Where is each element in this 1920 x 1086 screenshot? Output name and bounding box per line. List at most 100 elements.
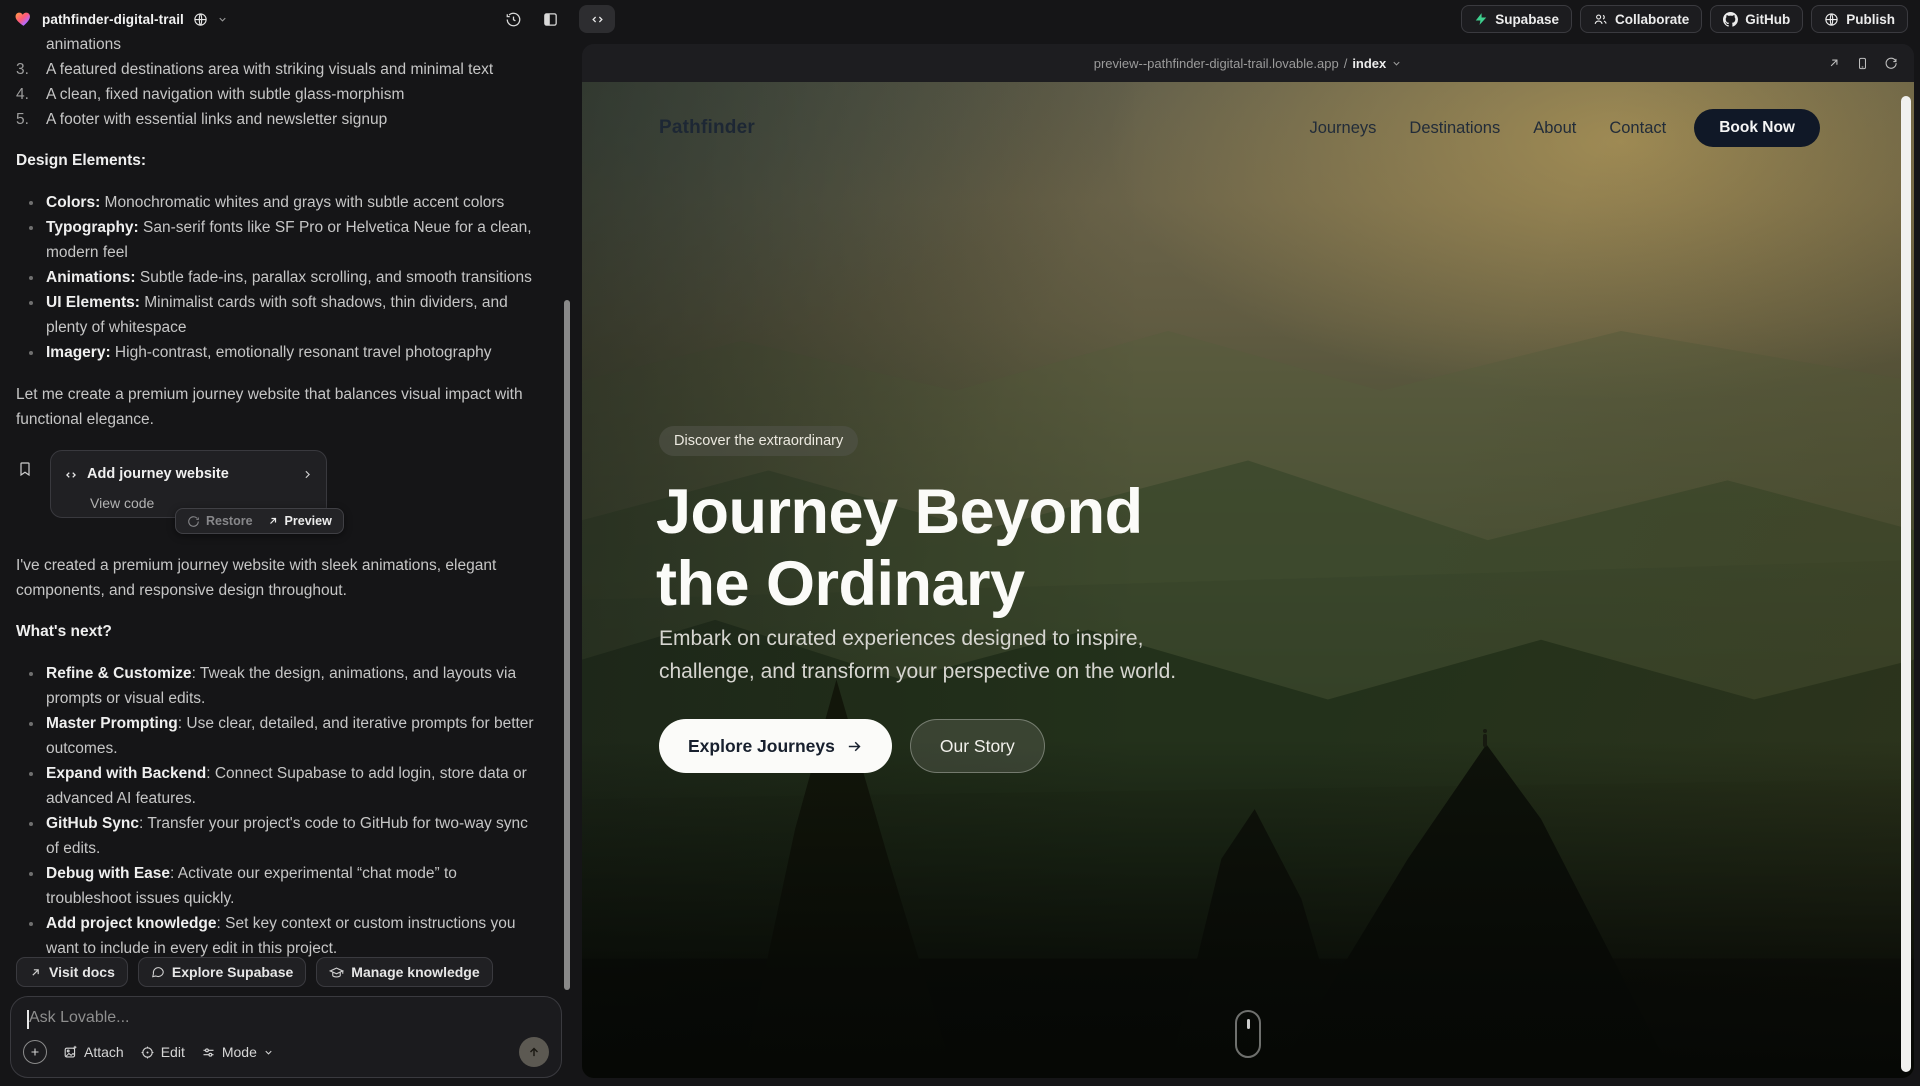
bookmark-icon[interactable] bbox=[17, 461, 33, 477]
code-view-toggle[interactable] bbox=[579, 5, 615, 33]
book-now-button[interactable]: Book Now bbox=[1694, 109, 1820, 147]
whats-next-list: Refine & Customize: Tweak the design, an… bbox=[16, 661, 542, 961]
graduation-cap-icon bbox=[329, 965, 344, 980]
chat-scrollbar[interactable] bbox=[564, 300, 570, 990]
text-caret bbox=[27, 1010, 29, 1029]
tool-call-block: Add journey website View code Restore Pr… bbox=[16, 450, 542, 536]
list-item: Add project knowledge: Set key context o… bbox=[16, 911, 542, 961]
quick-action-chips: Visit docs Explore Supabase Manage knowl… bbox=[16, 957, 493, 987]
list-item: Master Prompting: Use clear, detailed, a… bbox=[16, 711, 542, 761]
website-preview: Pathfinder Journeys Destinations About C… bbox=[582, 82, 1914, 1078]
target-icon bbox=[140, 1045, 155, 1060]
list-item: 3.A featured destinations area with stri… bbox=[16, 57, 542, 82]
view-controls bbox=[505, 0, 615, 38]
composer-toolbar: Attach Edit Mode bbox=[23, 1037, 549, 1067]
preview-button[interactable]: Preview bbox=[267, 509, 332, 534]
edit-button[interactable]: Edit bbox=[140, 1044, 185, 1060]
preview-scrollbar[interactable] bbox=[1901, 96, 1911, 1072]
explore-supabase-button[interactable]: Explore Supabase bbox=[138, 957, 306, 987]
lovable-logo-icon bbox=[14, 10, 33, 28]
open-external-icon[interactable] bbox=[1827, 56, 1841, 70]
attach-button[interactable]: Attach bbox=[63, 1044, 124, 1060]
ask-lovable-input[interactable] bbox=[27, 1009, 547, 1027]
list-item: 5.A footer with essential links and news… bbox=[16, 107, 542, 132]
whats-next-heading: What's next? bbox=[16, 619, 542, 644]
publish-globe-icon bbox=[1824, 12, 1839, 27]
bullet-dot bbox=[16, 661, 46, 711]
nav-link-contact[interactable]: Contact bbox=[1609, 119, 1666, 138]
scroll-indicator bbox=[1235, 1010, 1261, 1058]
chat-composer: Attach Edit Mode bbox=[10, 996, 562, 1078]
github-icon bbox=[1723, 12, 1738, 27]
chevron-right-icon[interactable] bbox=[301, 468, 314, 481]
nav-link-destinations[interactable]: Destinations bbox=[1409, 119, 1500, 138]
bullet-dot bbox=[16, 911, 46, 961]
history-icon[interactable] bbox=[505, 11, 522, 28]
preview-url-bar: preview--pathfinder-digital-trail.lovabl… bbox=[582, 44, 1914, 82]
assistant-paragraph: I've created a premium journey website w… bbox=[16, 553, 542, 603]
supabase-bolt-icon bbox=[1474, 12, 1488, 26]
publish-button[interactable]: Publish bbox=[1811, 5, 1908, 33]
hero-badge: Discover the extraordinary bbox=[659, 426, 858, 456]
chevron-down-icon[interactable] bbox=[217, 14, 228, 25]
restore-icon bbox=[187, 515, 200, 528]
list-item: Refine & Customize: Tweak the design, an… bbox=[16, 661, 542, 711]
list-item: Imagery: High-contrast, emotionally reso… bbox=[16, 340, 542, 365]
preview-controls bbox=[1827, 44, 1898, 82]
project-name: pathfinder-digital-trail bbox=[42, 12, 184, 27]
supabase-button[interactable]: Supabase bbox=[1461, 5, 1572, 33]
preview-panel: preview--pathfinder-digital-trail.lovabl… bbox=[582, 44, 1914, 1078]
bullet-dot bbox=[16, 190, 46, 215]
bullet-dot bbox=[16, 861, 46, 911]
chat-panel: animations 3.A featured destinations are… bbox=[0, 38, 572, 1086]
code-icon bbox=[64, 468, 78, 482]
arrow-up-right-icon bbox=[29, 966, 42, 979]
our-story-button[interactable]: Our Story bbox=[910, 719, 1045, 773]
visit-docs-button[interactable]: Visit docs bbox=[16, 957, 128, 987]
project-menu[interactable]: pathfinder-digital-trail bbox=[14, 0, 228, 38]
refresh-icon[interactable] bbox=[1884, 56, 1898, 70]
assistant-paragraph: Let me create a premium journey website … bbox=[16, 382, 542, 432]
bullet-dot bbox=[16, 215, 46, 265]
bullet-dot bbox=[16, 265, 46, 290]
arrow-up-icon bbox=[527, 1045, 541, 1059]
topbar-actions: Supabase Collaborate GitHub Publish bbox=[1461, 0, 1908, 38]
bullet-dot bbox=[16, 290, 46, 340]
site-nav-links: Journeys Destinations About Contact bbox=[1309, 119, 1666, 138]
nav-link-journeys[interactable]: Journeys bbox=[1309, 119, 1376, 138]
sliders-icon bbox=[201, 1045, 216, 1060]
bullet-dot bbox=[16, 811, 46, 861]
design-elements-heading: Design Elements: bbox=[16, 148, 542, 173]
people-icon bbox=[1593, 12, 1608, 27]
preview-url[interactable]: preview--pathfinder-digital-trail.lovabl… bbox=[1094, 56, 1403, 71]
mode-selector[interactable]: Mode bbox=[201, 1044, 274, 1060]
nav-link-about[interactable]: About bbox=[1533, 119, 1576, 138]
chevron-down-icon bbox=[263, 1047, 274, 1058]
restore-button[interactable]: Restore bbox=[187, 509, 253, 534]
send-button[interactable] bbox=[519, 1037, 549, 1067]
site-logo[interactable]: Pathfinder bbox=[659, 117, 755, 139]
arrow-up-right-icon bbox=[267, 515, 279, 527]
mobile-view-icon[interactable] bbox=[1856, 56, 1869, 71]
clipped-text-line: animations bbox=[16, 38, 542, 57]
hero-buttons: Explore Journeys Our Story bbox=[659, 719, 1045, 773]
code-icon bbox=[590, 12, 605, 27]
bullet-dot bbox=[16, 340, 46, 365]
list-item: Expand with Backend: Connect Supabase to… bbox=[16, 761, 542, 811]
hiker-silhouette bbox=[1483, 734, 1487, 747]
site-navbar: Pathfinder Journeys Destinations About C… bbox=[659, 106, 1820, 150]
add-button[interactable] bbox=[23, 1040, 47, 1064]
list-item: 4.A clean, fixed navigation with subtle … bbox=[16, 82, 542, 107]
hero-heading: Journey Beyond the Ordinary bbox=[656, 476, 1143, 620]
manage-knowledge-button[interactable]: Manage knowledge bbox=[316, 957, 492, 987]
chat-transcript: animations 3.A featured destinations are… bbox=[16, 38, 542, 961]
hero-subtitle: Embark on curated experiences designed t… bbox=[659, 622, 1239, 688]
github-button[interactable]: GitHub bbox=[1710, 5, 1803, 33]
list-item: Typography: San-serif fonts like SF Pro … bbox=[16, 215, 542, 265]
panel-layout-icon[interactable] bbox=[542, 11, 559, 28]
list-item: UI Elements: Minimalist cards with soft … bbox=[16, 290, 542, 340]
globe-icon bbox=[193, 12, 208, 27]
explore-journeys-button[interactable]: Explore Journeys bbox=[659, 719, 892, 773]
chevron-down-icon bbox=[1391, 58, 1402, 69]
collaborate-button[interactable]: Collaborate bbox=[1580, 5, 1702, 33]
